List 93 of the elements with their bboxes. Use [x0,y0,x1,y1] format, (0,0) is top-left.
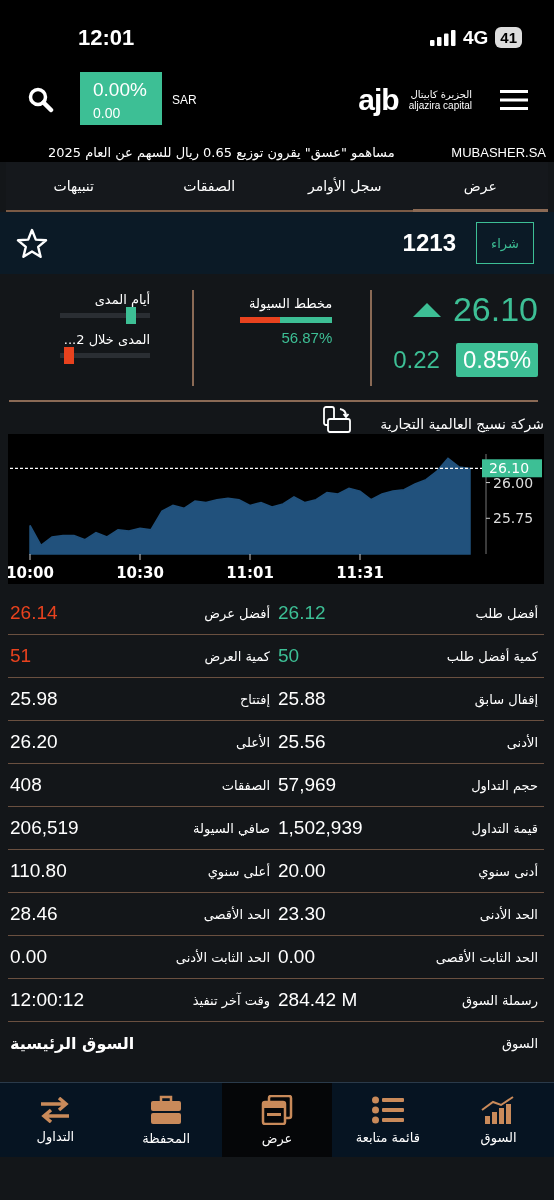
stat-label: الحد الأقصى [203,906,270,922]
stat-value: 110.80 [10,860,67,882]
y-tick: 25.75 [485,510,534,527]
stat-label: السوق [502,1035,538,1051]
y-tick-label: 25.75 [493,510,534,527]
star-icon[interactable] [16,228,48,258]
swap-arrows-icon [39,1096,72,1123]
stat-value: 23.30 [278,903,326,925]
stat-label: إقفال سابق [474,691,538,707]
currency-label: SAR [172,93,197,107]
x-tick-label: 11:31 [336,564,384,582]
search-icon[interactable] [28,87,54,113]
logo-text: الجزيرة كابيتال [410,89,472,100]
last-price: 26.10 [452,290,538,329]
stat-label: الحد الثابت الأدنى [175,949,270,965]
nav-item[interactable]: عرض [221,1083,333,1157]
stat-value: 20.00 [278,860,326,882]
stat-label: الأدنى [506,734,538,750]
logo-mark: ajb [358,83,399,117]
stat-value: 26.12 [278,602,326,624]
x-tick-label: 10:30 [116,564,164,582]
x-tick: 10:00 [8,553,54,582]
stat-value: 1,502,939 [278,817,363,839]
stat-value: 25.88 [278,688,326,710]
x-tick-label: 11:01 [226,564,274,582]
x-tick: 11:31 [336,553,384,582]
stat-label: إفتتاح [239,691,270,707]
change-value: 0.00 [93,105,122,121]
network-label: 4G [462,26,489,49]
news-source: MUBASHER.SA [451,145,546,160]
windows-icon [261,1094,293,1125]
stat-value: السوق الرئيسية [10,1033,135,1053]
ref-line-label: 26.10 [489,460,530,477]
stat-value: 0.00 [10,946,47,968]
x-tick: 11:01 [226,553,274,582]
stat-label: الصفقات [221,777,270,793]
news-headline[interactable]: مساهمو "عسق" يقرون توزيع 0.65 ريال للسهم عن العام 2025 [48,145,395,160]
range-label: أيام المدى [94,292,151,307]
stat-value: 26.14 [10,602,58,624]
nav-item[interactable]: التداول [0,1083,111,1157]
battery-icon: 41 [495,27,522,48]
stat-value: 28.46 [10,903,58,925]
menu-icon[interactable] [500,89,528,111]
price-change: 0.22 [393,346,440,374]
change-percent-badge: 0.85% [455,343,538,377]
stat-value: 26.20 [10,731,58,753]
symbol-code: 1213 [402,229,456,257]
stat-label: وقت آخر تنفيذ [192,992,270,1008]
stat-label: صافي السيولة [193,820,270,836]
stat-value: 206,519 [10,817,79,839]
buy-button[interactable]: شراء [476,222,534,264]
briefcase-icon [150,1094,183,1125]
nav-item[interactable]: السوق [443,1083,554,1157]
list-icon [371,1095,404,1124]
logo-text: aljazira capital [408,100,472,111]
tab[interactable]: الصفقات [141,162,277,212]
stat-value: 408 [10,774,42,796]
x-tick: 10:30 [116,553,164,582]
nav-item[interactable]: قائمة متابعة [332,1083,444,1157]
status-time: 12:01 [78,24,135,51]
tab[interactable]: سجل الأوامر [277,162,413,212]
range-label: المدى خلال 2... [63,332,151,347]
up-triangle-icon [412,302,441,317]
stat-label: كمية العرض [204,648,270,664]
stat-label: أفضل عرض [204,605,270,621]
stat-label: أدنى سنوي [478,863,538,879]
stat-value: 12:00:12 [10,989,84,1011]
stat-label: الأعلى [236,734,270,750]
stat-value: 25.56 [278,731,326,753]
stat-label: حجم التداول [471,777,538,793]
stat-value: 0.00 [278,946,315,968]
company-name: شركة نسيج العالمية التجارية [380,416,544,432]
tab[interactable]: تنبيهات [6,162,142,212]
stat-label: رسملة السوق [461,992,538,1008]
stat-label: أفضل طلب [475,605,538,621]
stat-label: قيمة التداول [471,820,538,836]
reference-label: 26.10 [482,459,542,478]
stat-label: أعلى سنوي [207,863,270,879]
change-percent: 0.00% [93,79,148,101]
nav-item[interactable]: المحفظة [110,1083,222,1157]
rotate-phone-icon[interactable] [322,406,353,434]
stat-value: 50 [278,645,300,667]
stat-value: 51 [10,645,32,667]
x-tick-label: 10:00 [6,564,54,582]
stat-value: 57,969 [278,774,337,796]
stat-value: 25.98 [10,688,58,710]
liquidity-reading: 56.87% [281,329,333,346]
liquidity-label: مخطط السيولة [249,296,333,311]
stat-value: 284.42 M [278,989,358,1011]
stat-label: الحد الثابت الأقصى [435,949,538,965]
stat-label: كمية أفضل طلب [446,648,538,664]
stat-label: الحد الأدنى [479,906,538,922]
signal-icon [429,29,456,46]
